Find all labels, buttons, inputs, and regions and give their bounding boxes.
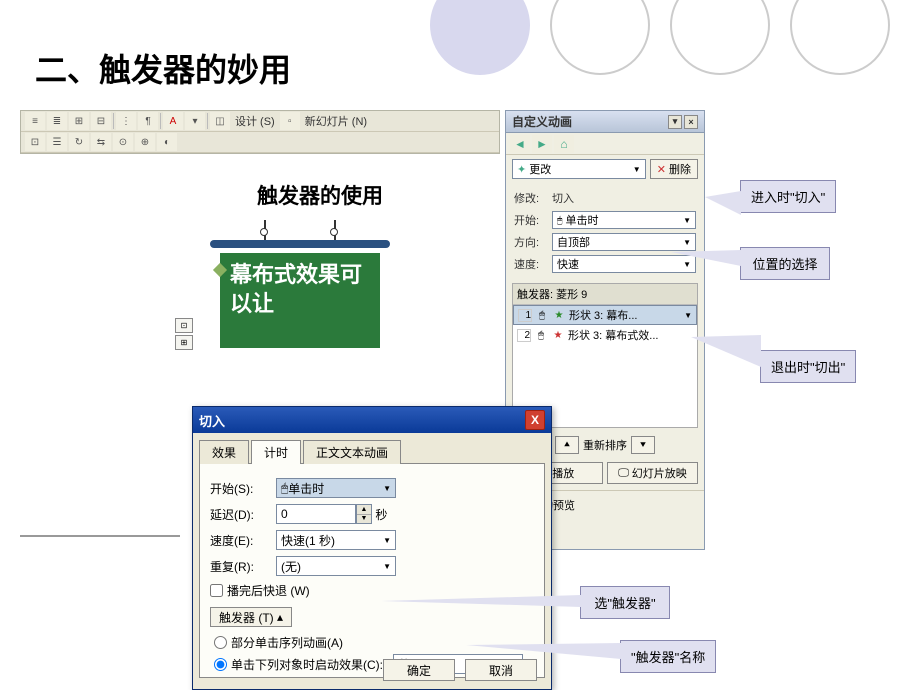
change-effect-dropdown[interactable]: ✦ 更改 ▼: [512, 159, 646, 179]
placeholder-icon[interactable]: ⊡: [175, 318, 193, 333]
trigger-header: 触发器: 菱形 9: [513, 284, 697, 305]
toolbar-icon[interactable]: ⊡: [25, 133, 45, 151]
modify-label: 修改:: [514, 190, 552, 206]
dlg-repeat-label: 重复(R):: [210, 558, 276, 575]
reorder-label: 重新排序: [583, 437, 627, 453]
toolbar-icon[interactable]: ⇆: [91, 133, 111, 151]
dlg-delay-input[interactable]: 0: [276, 504, 356, 524]
toolbar-icon[interactable]: ¶: [138, 112, 158, 130]
dlg-speed-label: 速度(E):: [210, 532, 276, 549]
deco-circle: [550, 0, 650, 75]
toolbar-icon[interactable]: ↻: [69, 133, 89, 151]
callout-trigger-name: "触发器"名称: [620, 640, 716, 673]
toolbar-icon[interactable]: ⋮: [116, 112, 136, 130]
new-slide-label[interactable]: 新幻灯片 (N): [302, 113, 370, 129]
rewind-label: 播完后快退 (W): [227, 582, 310, 599]
toolbar-icon[interactable]: ☰: [47, 133, 67, 151]
design-icon[interactable]: ◫: [210, 112, 230, 130]
design-label[interactable]: 设计 (S): [232, 113, 278, 129]
dlg-delay-label: 延迟(D):: [210, 506, 276, 523]
new-slide-icon[interactable]: ▫: [280, 112, 300, 130]
dlg-delay-unit: 秒: [375, 506, 387, 523]
callout-position: 位置的选择: [740, 247, 830, 280]
radio-sequence-label: 部分单击序列动画(A): [231, 634, 343, 651]
animation-item[interactable]: 1 🖱 ★ 形状 3: 幕布... ▼: [513, 305, 697, 325]
dlg-repeat-select[interactable]: (无)▼: [276, 556, 396, 576]
nav-home-icon[interactable]: ⌂: [554, 135, 574, 153]
font-color-icon[interactable]: A: [163, 112, 183, 130]
entrance-icon: ★: [552, 308, 566, 322]
toolbar-icon[interactable]: ⊙: [113, 133, 133, 151]
exit-icon: ★: [551, 328, 565, 342]
slide-title: 二、触发器的妙用: [35, 45, 291, 91]
slide-edge: [20, 535, 180, 537]
ok-button[interactable]: 确定: [383, 659, 455, 681]
pane-dropdown-icon[interactable]: ▾: [668, 115, 682, 129]
callout-select-trigger: 选"触发器": [580, 586, 670, 619]
mouse-icon: 🖱: [534, 328, 548, 342]
toolbar-icon[interactable]: ⊕: [135, 133, 155, 151]
placeholder-icon[interactable]: ⊞: [175, 335, 193, 350]
tab-text-animation[interactable]: 正文文本动画: [303, 440, 401, 464]
collapse-icon: ▴: [277, 610, 283, 624]
radio-click-object[interactable]: [214, 658, 227, 671]
nav-forward-icon[interactable]: ►: [532, 135, 552, 153]
nav-back-icon[interactable]: ◄: [510, 135, 530, 153]
callout-exit: 退出时"切出": [760, 350, 856, 383]
toolbar-icon[interactable]: ◐: [157, 133, 177, 151]
radio-click-label: 单击下列对象时启动效果(C):: [231, 656, 383, 673]
mouse-icon: 🖱: [535, 308, 549, 322]
callout-entrance: 进入时"切入": [740, 180, 836, 213]
deco-circle: [430, 0, 530, 75]
animation-item[interactable]: 2 🖱 ★ 形状 3: 幕布式效...: [513, 325, 697, 345]
tab-effect[interactable]: 效果: [199, 440, 249, 464]
triggers-button[interactable]: 触发器 (T) ▴: [210, 607, 292, 627]
office-toolbar: ≡ ≣ ⊞ ⊟ ⋮ ¶ A ▾ ◫ 设计 (S) ▫ 新幻灯片 (N) ⊡ ☰ …: [20, 110, 500, 154]
content-heading: 触发器的使用: [170, 180, 470, 210]
direction-select[interactable]: 自顶部▼: [552, 233, 696, 251]
cancel-button[interactable]: 取消: [465, 659, 537, 681]
toolbar-icon[interactable]: ⊞: [69, 112, 89, 130]
dialog-close-button[interactable]: X: [525, 410, 545, 430]
dlg-start-select[interactable]: 🖱 单击时▼: [276, 478, 396, 498]
remove-button[interactable]: ✕ 删除: [650, 159, 698, 179]
pane-close-icon[interactable]: ×: [684, 115, 698, 129]
rewind-checkbox[interactable]: [210, 584, 223, 597]
banner-shape[interactable]: 幕布式效果可以让: [210, 240, 385, 348]
toolbar-icon[interactable]: ⊟: [91, 112, 111, 130]
reorder-up-button[interactable]: ⯅: [555, 436, 579, 454]
speed-label: 速度:: [514, 256, 552, 272]
modify-value: 切入: [552, 190, 696, 206]
pane-title: 自定义动画: [512, 113, 572, 130]
dialog-title: 切入: [199, 411, 225, 430]
start-select[interactable]: 🖱 单击时▼: [552, 211, 696, 229]
start-label: 开始:: [514, 212, 552, 228]
direction-label: 方向:: [514, 234, 552, 250]
toolbar-icon[interactable]: ≣: [47, 112, 67, 130]
toolbar-icon[interactable]: ≡: [25, 112, 45, 130]
tab-timing[interactable]: 计时: [251, 440, 301, 464]
reorder-down-button[interactable]: ⯆: [631, 436, 655, 454]
dropdown-arrow-icon[interactable]: ▾: [185, 112, 205, 130]
deco-circle: [790, 0, 890, 75]
deco-circle: [670, 0, 770, 75]
banner-text: 幕布式效果可以让: [230, 262, 362, 316]
dlg-start-label: 开始(S):: [210, 480, 276, 497]
slideshow-button[interactable]: 🖵 幻灯片放映: [607, 462, 698, 484]
dlg-speed-select[interactable]: 快速(1 秒)▼: [276, 530, 396, 550]
dlg-delay-spinner[interactable]: ▲▼: [356, 504, 372, 524]
radio-sequence[interactable]: [214, 636, 227, 649]
